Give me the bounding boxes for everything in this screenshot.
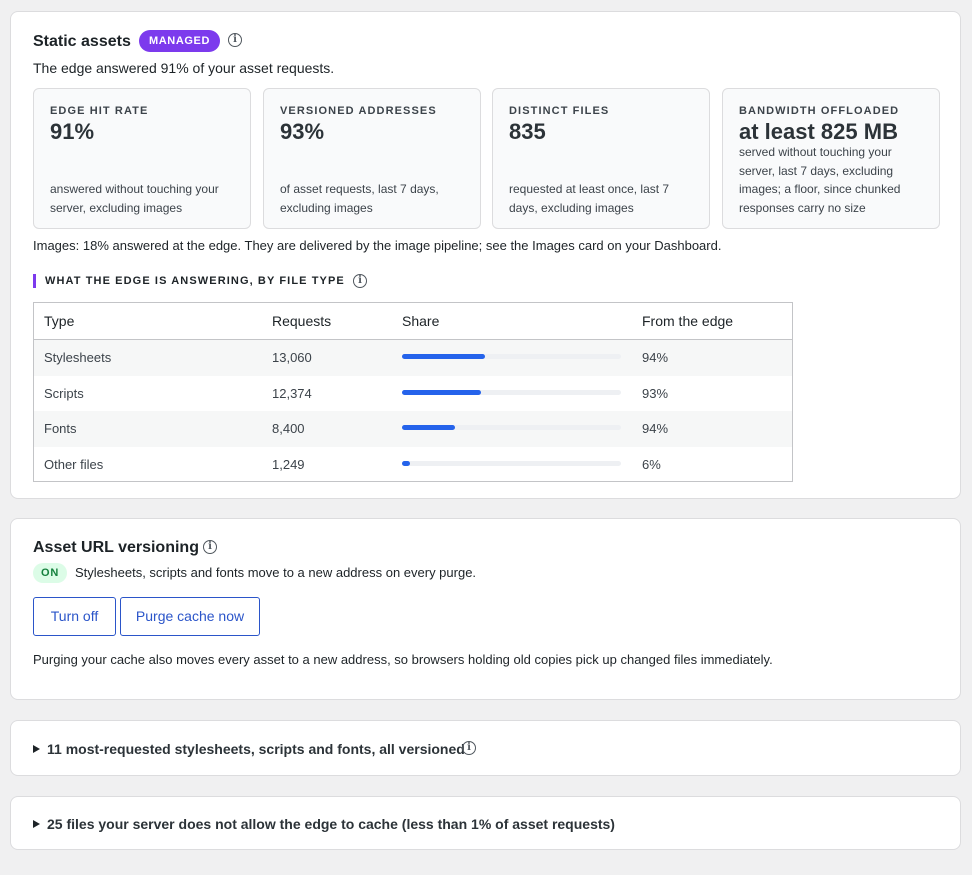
managed-badge: MANAGED: [139, 30, 221, 52]
tile-label: VERSIONED ADDRESSES: [280, 105, 437, 117]
tile-label: BANDWIDTH OFFLOADED: [739, 105, 900, 117]
row-type: Fonts: [44, 421, 77, 436]
turn-off-button[interactable]: Turn off: [33, 597, 116, 636]
static-assets-summary: The edge answered 91% of your asset requ…: [33, 60, 335, 76]
share-bar-fill: [402, 354, 486, 359]
versioning-status-text: Stylesheets, scripts and fonts move to a…: [75, 565, 477, 580]
top-assets-summary[interactable]: 11 most-requested stylesheets, scripts a…: [33, 741, 465, 757]
asset-url-versioning-card: Asset URL versioning i ON Stylesheets, s…: [10, 518, 961, 700]
column-header-from-edge: From the edge: [642, 313, 734, 329]
row-requests: 1,249: [272, 456, 305, 472]
share-bar-track: [402, 460, 621, 466]
share-bar-fill: [402, 460, 410, 466]
uncacheable-label: 25 files your server does not allow the …: [47, 816, 615, 832]
stat-tile-versioned-addresses: VERSIONED ADDRESSES 93% of asset request…: [263, 88, 481, 229]
purge-note: Purging your cache also moves every asse…: [33, 652, 773, 667]
table-row: Fonts 8,400 94%: [34, 411, 792, 447]
share-bar-fill: [402, 389, 481, 395]
info-icon[interactable]: i: [462, 741, 476, 755]
tile-description: answered without touching your server, e…: [50, 182, 219, 215]
static-assets-card: Static assets MANAGED i The edge answere…: [10, 11, 961, 499]
share-bar-track: [402, 425, 621, 430]
tile-value: at least 825 MB: [739, 119, 898, 144]
row-edge: 6%: [642, 456, 661, 472]
column-header-requests: Requests: [272, 313, 332, 329]
stat-tile-bandwidth-offloaded: BANDWIDTH OFFLOADED at least 825 MB serv…: [722, 88, 940, 229]
versioning-title: Asset URL versioning: [33, 539, 199, 556]
row-requests: 13,060: [272, 350, 312, 365]
tile-description: served without touching your server, las…: [739, 145, 901, 215]
row-edge: 93%: [642, 385, 669, 401]
top-assets-disclosure[interactable]: 11 most-requested stylesheets, scripts a…: [10, 720, 961, 776]
uncacheable-files-disclosure[interactable]: 25 files your server does not allow the …: [10, 796, 961, 850]
stat-tile-distinct-files: DISTINCT FILES 835 requested at least on…: [492, 88, 710, 229]
info-icon[interactable]: i: [353, 274, 367, 288]
row-type: Stylesheets: [44, 350, 112, 365]
table-row: Stylesheets 13,060 94%: [34, 340, 792, 376]
file-type-section-heading: WHAT THE EDGE IS ANSWERING, BY FILE TYPE: [33, 274, 345, 288]
row-edge: 94%: [642, 350, 669, 365]
column-header-share: Share: [402, 313, 440, 329]
table-row: Other files 1,249 6%: [34, 447, 792, 483]
tile-description: of asset requests, last 7 days, excludin…: [280, 182, 439, 215]
table-row: Scripts 12,374 93%: [34, 376, 792, 412]
images-note: Images: 18% answered at the edge. They a…: [33, 238, 722, 253]
tile-value: 93%: [280, 119, 325, 144]
table-header-row: Type Requests Share From the edge: [34, 303, 792, 340]
share-bar-track: [402, 389, 621, 395]
triangle-right-icon: [33, 820, 40, 828]
file-type-table: Type Requests Share From the edge Styles…: [33, 302, 793, 482]
info-icon[interactable]: i: [228, 33, 242, 47]
triangle-right-icon: [33, 745, 40, 753]
tile-description: requested at least once, last 7 days, ex…: [509, 182, 670, 215]
purge-cache-button[interactable]: Purge cache now: [120, 597, 260, 636]
share-bar-fill: [402, 425, 455, 430]
section-title: WHAT THE EDGE IS ANSWERING, BY FILE TYPE: [45, 275, 345, 287]
stat-tile-edge-hit-rate: EDGE HIT RATE 91% answered without touch…: [33, 88, 251, 229]
uncacheable-summary[interactable]: 25 files your server does not allow the …: [33, 816, 615, 832]
top-assets-label: 11 most-requested stylesheets, scripts a…: [47, 741, 465, 757]
tile-value: 91%: [50, 119, 95, 144]
status-badge: ON: [33, 563, 68, 583]
static-assets-title: Static assets: [33, 33, 131, 50]
tile-value: 835: [509, 119, 546, 144]
info-icon[interactable]: i: [203, 540, 217, 554]
tile-label: EDGE HIT RATE: [50, 105, 149, 117]
row-requests: 12,374: [272, 385, 312, 401]
row-edge: 94%: [642, 421, 669, 436]
share-bar-track: [402, 354, 621, 359]
row-type: Scripts: [44, 385, 84, 401]
column-header-type: Type: [44, 313, 75, 329]
row-requests: 8,400: [272, 421, 305, 436]
tile-label: DISTINCT FILES: [509, 105, 610, 117]
row-type: Other files: [44, 456, 104, 472]
